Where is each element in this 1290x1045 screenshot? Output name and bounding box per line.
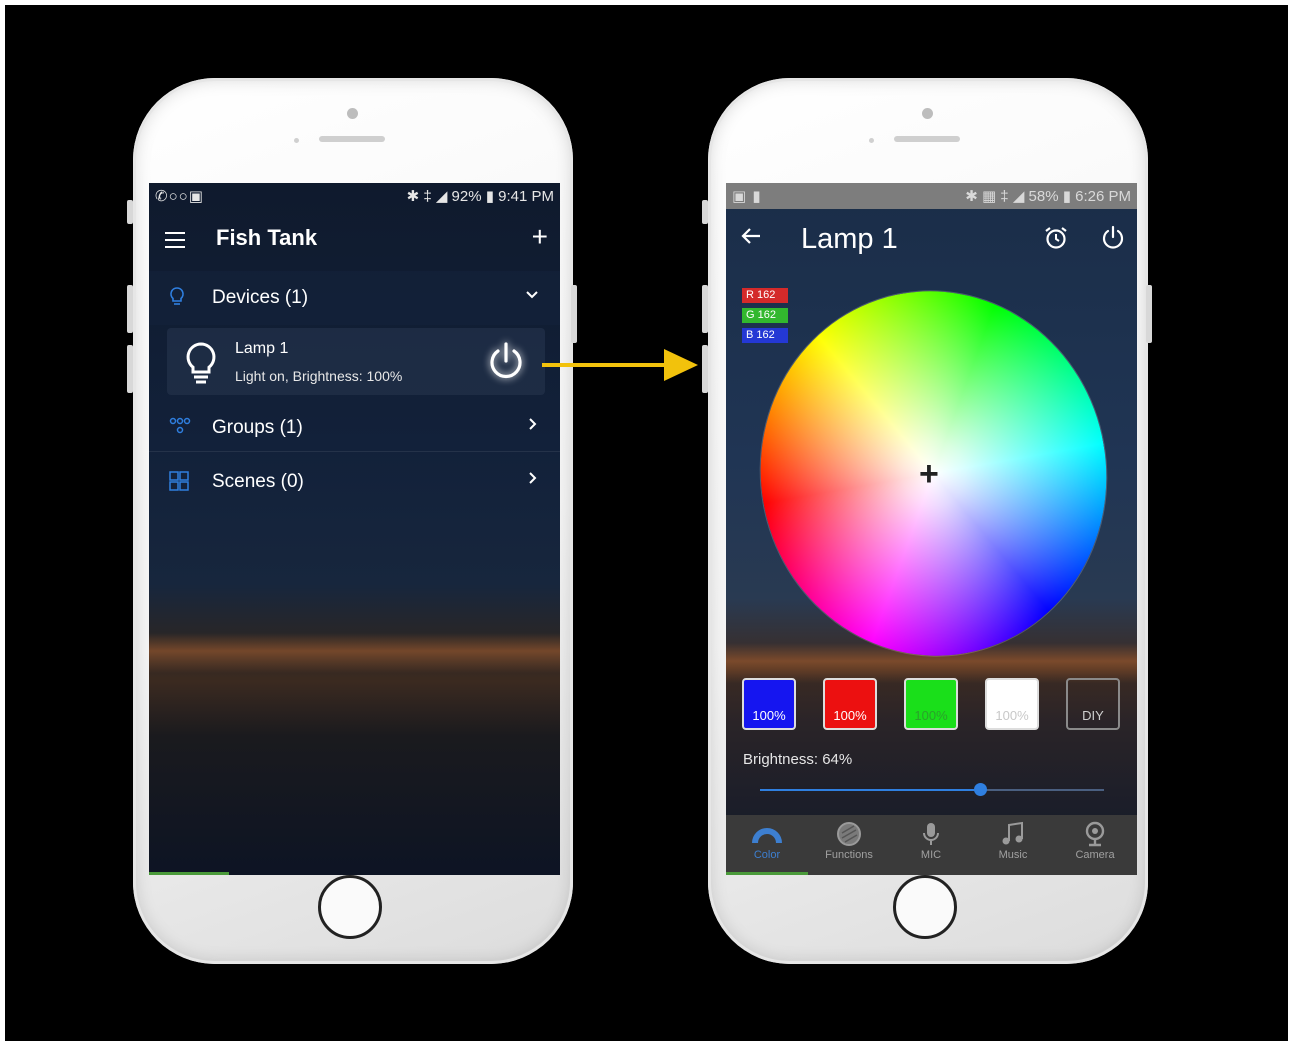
bottom-navigation: Color Functions MIC Music Camera	[726, 815, 1137, 875]
devices-label: Devices (1)	[212, 287, 309, 308]
preset-red-button[interactable]: 100%	[823, 678, 877, 730]
groups-section[interactable]: Groups (1)	[149, 401, 560, 452]
sleep-button	[571, 285, 577, 343]
nav-label-camera: Camera	[1075, 849, 1115, 861]
status-bar: ▣ ▮ ✱ ▦ ‡ ◢ 58% ▮ 6:26 PM	[726, 183, 1137, 209]
brightness-label: Brightness: 64%	[743, 751, 853, 768]
status-right: ✱ ‡ ◢ 92% ▮ 9:41 PM	[406, 188, 554, 205]
home-button[interactable]	[318, 875, 382, 939]
green-value-badge: G 162	[742, 308, 788, 323]
proximity-sensor	[869, 138, 874, 143]
lightbulb-icon	[169, 287, 185, 312]
mute-switch	[702, 200, 708, 224]
brightness-slider[interactable]	[760, 783, 1104, 796]
arrow-head-icon	[664, 349, 698, 381]
volume-down-button	[127, 345, 133, 393]
status-right: ✱ ▦ ‡ ◢ 58% ▮ 6:26 PM	[965, 188, 1131, 205]
volume-down-button	[702, 345, 708, 393]
functions-icon	[808, 821, 890, 849]
scenes-section[interactable]: Scenes (0)	[149, 455, 560, 505]
brightness-slider-fill	[760, 789, 981, 791]
preset-green-button[interactable]: 100%	[904, 678, 958, 730]
scenes-icon	[169, 471, 189, 496]
app-bar: Lamp 1	[726, 209, 1137, 269]
chevron-right-icon[interactable]	[524, 415, 540, 438]
home-button[interactable]	[893, 875, 957, 939]
proximity-sensor	[294, 138, 299, 143]
brightness-slider-thumb[interactable]	[974, 783, 988, 796]
nav-label-mic: MIC	[920, 849, 942, 861]
nav-label-functions: Functions	[825, 849, 873, 861]
mic-icon	[890, 821, 972, 849]
device-card-lamp-1[interactable]: Lamp 1 Light on, Brightness: 100%	[167, 328, 545, 395]
nav-label-music: Music	[998, 849, 1028, 861]
back-arrow-icon[interactable]	[740, 223, 762, 254]
alarm-clock-icon[interactable]	[1043, 225, 1069, 256]
preset-diy-button[interactable]: DIY	[1066, 678, 1120, 730]
earpiece-speaker	[894, 136, 960, 142]
add-icon[interactable]: +	[532, 221, 548, 253]
lightbulb-icon	[183, 341, 219, 390]
status-left-icons: ✆○○▣	[155, 188, 204, 205]
page-title: Lamp 1	[801, 223, 898, 255]
nav-tab-music[interactable]: Music	[972, 821, 1054, 861]
mute-switch	[127, 200, 133, 224]
volume-up-button	[702, 285, 708, 333]
nav-tab-mic[interactable]: MIC	[890, 821, 972, 861]
power-icon[interactable]	[485, 340, 527, 387]
chevron-down-icon[interactable]	[524, 285, 540, 308]
groups-label: Groups (1)	[212, 417, 303, 438]
chevron-right-icon[interactable]	[524, 469, 540, 492]
preset-white-button[interactable]: 100%	[985, 678, 1039, 730]
front-camera	[347, 108, 358, 119]
screen-lamp-1: ▣ ▮ ✱ ▦ ‡ ◢ 58% ▮ 6:26 PM Lamp 1 R 162 G…	[726, 183, 1137, 875]
devices-section[interactable]: Devices (1)	[149, 271, 560, 325]
sunset-horizon	[149, 633, 560, 673]
volume-up-button	[127, 285, 133, 333]
transition-arrow	[542, 363, 668, 367]
preset-blue-button[interactable]: 100%	[742, 678, 796, 730]
device-name: Lamp 1	[235, 340, 289, 357]
device-status: Light on, Brightness: 100%	[235, 368, 403, 384]
scenes-label: Scenes (0)	[212, 471, 304, 492]
camera-icon	[1054, 821, 1136, 849]
page-title: Fish Tank	[216, 225, 318, 250]
app-bar: Fish Tank +	[149, 209, 560, 269]
blue-value-badge: B 162	[742, 328, 788, 343]
status-bar: ✆○○▣ ✱ ‡ ◢ 92% ▮ 9:41 PM	[149, 183, 560, 209]
red-value-badge: R 162	[742, 288, 788, 303]
color-picker-crosshair-icon[interactable]: +	[919, 455, 939, 494]
color-icon	[726, 821, 808, 849]
sleep-button	[1146, 285, 1152, 343]
earpiece-speaker	[319, 136, 385, 142]
hamburger-menu-icon[interactable]	[165, 232, 185, 248]
nav-tab-camera[interactable]: Camera	[1054, 821, 1136, 861]
nav-label-color: Color	[753, 849, 781, 861]
front-camera	[922, 108, 933, 119]
status-left-icons: ▣ ▮	[732, 188, 762, 205]
nav-indicator	[726, 872, 808, 875]
nav-tab-functions[interactable]: Functions	[808, 821, 890, 861]
nav-indicator	[149, 872, 229, 875]
music-icon	[972, 821, 1054, 849]
groups-icon	[169, 417, 191, 440]
screen-fish-tank: ✆○○▣ ✱ ‡ ◢ 92% ▮ 9:41 PM Fish Tank + Dev…	[149, 183, 560, 875]
nav-tab-color[interactable]: Color	[726, 821, 808, 861]
power-icon[interactable]	[1101, 225, 1125, 256]
